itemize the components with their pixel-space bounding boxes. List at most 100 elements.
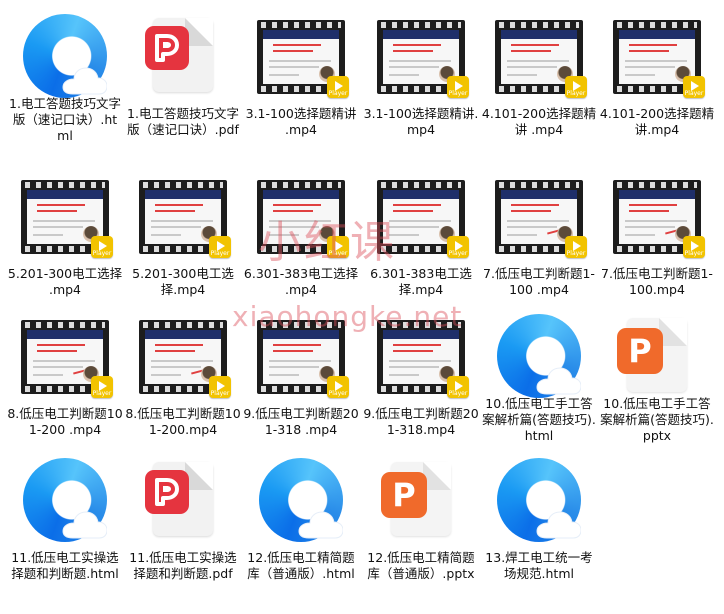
file-item[interactable]: 11.低压电工实操选择题和判断题.pdf xyxy=(124,448,242,588)
file-name: 10.低压电工手工答案解析篇(答题技巧).html xyxy=(482,396,596,443)
player-label: Player xyxy=(566,250,586,257)
slide-title-line xyxy=(629,204,677,206)
video-thumbnail-icon: Player xyxy=(609,172,705,260)
file-item[interactable]: Player 6.301-383电工选择 .mp4 xyxy=(242,164,360,304)
slide-text-line xyxy=(507,60,569,62)
player-label: Player xyxy=(328,250,348,257)
file-item[interactable]: Player 4.101-200选择题精讲.mp4 xyxy=(598,4,716,144)
slide-title-line xyxy=(155,204,203,206)
file-item[interactable]: P 10.低压电工手工答案解析篇(答题技巧).pptx xyxy=(598,304,716,444)
slide-text-line xyxy=(33,220,95,222)
slide-header-bar xyxy=(383,30,459,39)
slide-header-bar xyxy=(145,190,221,199)
page-fold-icon xyxy=(185,462,213,490)
slide-text-line xyxy=(33,366,83,368)
video-thumbnail-icon: Player xyxy=(373,172,469,260)
slide-title-line xyxy=(393,50,433,52)
slide-text-line xyxy=(625,234,655,236)
file-name: 10.低压电工手工答案解析篇(答题技巧).pptx xyxy=(600,396,714,443)
player-label: Player xyxy=(684,250,704,257)
slide-title-line xyxy=(273,350,313,352)
slide-text-line xyxy=(33,374,63,376)
file-item[interactable]: P 12.低压电工精简题库（普通版）.pptx xyxy=(362,448,480,588)
file-name: 6.301-383电工选择 .mp4 xyxy=(243,266,359,297)
slide-title-line xyxy=(155,350,195,352)
slide-title-line xyxy=(155,210,195,212)
video-thumbnail-icon: Player xyxy=(253,12,349,100)
player-label: Player xyxy=(448,250,468,257)
slide-text-line xyxy=(625,60,687,62)
video-thumbnail-icon: Player xyxy=(17,312,113,400)
file-item[interactable]: Player 6.301-383电工选择.mp4 xyxy=(362,164,480,304)
file-name: 1.电工答题技巧文字版（速记口诀）.pdf xyxy=(127,106,239,137)
slide-title-line xyxy=(511,210,551,212)
slide-title-line xyxy=(155,344,203,346)
file-item[interactable]: 1.电工答题技巧文字版（速记口诀）.pdf xyxy=(124,4,242,144)
file-item[interactable]: Player 9.低压电工判断题201-318.mp4 xyxy=(362,304,480,444)
file-item[interactable]: Player 7.低压电工判断题1-100 .mp4 xyxy=(480,164,598,304)
video-thumbnail-icon: Player xyxy=(17,172,113,260)
pdf-icon xyxy=(135,456,231,544)
acrobat-glyph-icon xyxy=(155,478,179,506)
pptx-document-icon: P xyxy=(381,462,451,536)
slide-text-line xyxy=(269,234,299,236)
slide-text-line xyxy=(507,66,557,68)
film-holes-top xyxy=(25,182,105,188)
file-name: 4.101-200选择题精讲 .mp4 xyxy=(481,106,597,137)
player-label: Player xyxy=(448,90,468,97)
slide-text-line xyxy=(625,226,675,228)
slide-header-bar xyxy=(263,330,339,339)
file-item[interactable]: 12.低压电工精简题库（普通版）.html xyxy=(242,448,360,588)
slide-title-line xyxy=(37,210,77,212)
file-name: 11.低压电工实操选择题和判断题.html xyxy=(11,550,119,581)
slide-text-line xyxy=(389,360,451,362)
slide-text-line xyxy=(151,226,201,228)
film-holes-top xyxy=(143,322,223,328)
slide-text-line xyxy=(269,74,299,76)
file-item[interactable]: Player 3.1-100选择题精讲 .mp4 xyxy=(242,4,360,144)
file-item[interactable]: 10.低压电工手工答案解析篇(答题技巧).html xyxy=(480,304,598,444)
file-item[interactable]: Player 8.低压电工判断题101-200 .mp4 xyxy=(6,304,124,444)
slide-text-line xyxy=(269,360,331,362)
player-label: Player xyxy=(328,390,348,397)
file-item[interactable]: 13.焊工电工统一考场规范.html xyxy=(480,448,598,588)
browser-html-icon xyxy=(253,456,349,544)
cloud-icon xyxy=(536,511,581,539)
file-item[interactable]: Player 8.低压电工判断题101-200.mp4 xyxy=(124,304,242,444)
file-item[interactable]: Player 9.低压电工判断题201-318 .mp4 xyxy=(242,304,360,444)
film-holes-top xyxy=(261,22,341,28)
slide-header-bar xyxy=(27,190,103,199)
pptx-badge: P xyxy=(617,328,663,374)
slide-text-line xyxy=(269,374,299,376)
slide-header-bar xyxy=(145,330,221,339)
slide-text-line xyxy=(507,74,537,76)
video-thumbnail-icon: Player xyxy=(491,172,587,260)
pptx-badge: P xyxy=(381,472,427,518)
file-name: 4.101-200选择题精讲.mp4 xyxy=(599,106,715,137)
file-item[interactable]: Player 7.低压电工判断题1-100.mp4 xyxy=(598,164,716,304)
pdf-document-icon xyxy=(145,462,213,536)
slide-title-line xyxy=(37,344,85,346)
slide-text-line xyxy=(389,220,451,222)
slide-header-bar xyxy=(27,330,103,339)
file-item[interactable]: 1.电工答题技巧文字版（速记口诀）.html xyxy=(6,4,124,144)
slide-text-line xyxy=(151,234,181,236)
file-name: 8.低压电工判断题101-200.mp4 xyxy=(125,406,241,437)
file-item[interactable]: Player 5.201-300电工选择.mp4 xyxy=(124,164,242,304)
file-item[interactable]: Player 5.201-300电工选择 .mp4 xyxy=(6,164,124,304)
slide-text-line xyxy=(269,60,331,62)
slide-text-line xyxy=(389,60,451,62)
player-label: Player xyxy=(210,390,230,397)
slide-text-line xyxy=(269,220,331,222)
browser-icon xyxy=(497,314,581,398)
slide-text-line xyxy=(507,226,557,228)
slide-title-line xyxy=(37,204,85,206)
file-name: 5.201-300电工选择.mp4 xyxy=(132,266,234,297)
cloud-icon xyxy=(298,511,343,539)
file-item[interactable]: Player 3.1-100选择题精讲.mp4 xyxy=(362,4,480,144)
slide-title-line xyxy=(629,210,669,212)
slide-text-line xyxy=(389,234,419,236)
file-item[interactable]: Player 4.101-200选择题精讲 .mp4 xyxy=(480,4,598,144)
file-item[interactable]: 11.低压电工实操选择题和判断题.html xyxy=(6,448,124,588)
slide-title-line xyxy=(37,350,77,352)
